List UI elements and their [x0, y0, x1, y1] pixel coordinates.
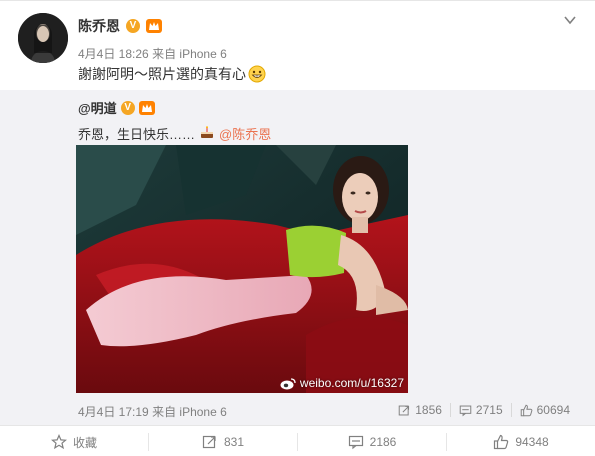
post-time[interactable]: 4月4日 18:26 [78, 47, 149, 61]
weibo-logo-icon [280, 377, 296, 389]
repost-author-row: @明道 V [78, 98, 155, 117]
post-meta: 4月4日 18:26 来自 iPhone 6 [78, 45, 227, 62]
thumbs-up-icon [494, 434, 509, 450]
chevron-down-icon[interactable] [563, 13, 577, 27]
repost-like-stat[interactable]: 60694 [510, 403, 578, 417]
post-text: 謝謝阿明～照片選的真有心 [78, 64, 266, 84]
repost-verified-badge-icon: V [120, 100, 135, 115]
action-bar: 收藏 831 2186 94348 [0, 425, 595, 456]
favorite-button[interactable]: 收藏 [0, 433, 148, 451]
repost-member-badge-icon[interactable] [138, 100, 155, 115]
repost-stats: 1856 2715 60694 [390, 403, 578, 417]
star-icon [50, 434, 67, 450]
cake-emoji-icon [198, 123, 216, 144]
favorite-label: 收藏 [72, 435, 97, 450]
verified-badge-icon: V [126, 19, 140, 33]
repost-repost-count: 1856 [415, 403, 442, 417]
member-badge-icon[interactable] [146, 19, 162, 33]
repost-repost-stat[interactable]: 1856 [390, 403, 450, 417]
comment-button[interactable]: 2186 [297, 433, 446, 451]
repost-like-count: 60694 [536, 403, 570, 417]
repost-text: 乔恩，生日快乐…… @陈乔恩 [78, 123, 271, 144]
author-row: 陈乔恩 V [78, 16, 162, 36]
thumbs-up-icon [520, 404, 532, 416]
repost-button[interactable]: 831 [148, 433, 297, 451]
repost-icon [398, 405, 410, 415]
repost-comment-count: 2715 [475, 403, 503, 417]
repost-photo[interactable]: weibo.com/u/16327 [76, 145, 408, 393]
weibo-post-card: 陈乔恩 V 4月4日 18:26 来自 iPhone 6 謝謝阿明～照片選的真有… [0, 0, 595, 456]
post-source: 来自 iPhone 6 [152, 47, 227, 61]
grin-emoji-icon [248, 65, 266, 83]
repost-meta: 4月4日 17:19 来自 iPhone 6 [78, 403, 227, 420]
avatar[interactable] [18, 13, 68, 63]
weibo-watermark: weibo.com/u/16327 [280, 376, 404, 390]
comment-count: 2186 [369, 435, 397, 449]
like-button[interactable]: 94348 [446, 433, 595, 451]
author-name[interactable]: 陈乔恩 [78, 16, 120, 36]
repost-count: 831 [223, 435, 245, 449]
repost-source: 来自 iPhone 6 [152, 405, 227, 419]
mention-link[interactable]: @陈乔恩 [219, 124, 271, 143]
watermark-text: weibo.com/u/16327 [299, 376, 404, 390]
repost-footer: 4月4日 17:19 来自 iPhone 6 1856 2715 60694 [78, 403, 578, 419]
repost-comment-stat[interactable]: 2715 [449, 403, 511, 417]
post-text-content: 謝謝阿明～照片選的真有心 [78, 66, 246, 82]
repost-text-content: 乔恩，生日快乐…… [78, 127, 196, 142]
comment-icon [348, 435, 363, 450]
repost-icon [202, 435, 216, 449]
repost-box: @明道 V 乔恩，生日快乐…… @陈乔恩 weibo.com/u/16327 4… [0, 90, 595, 425]
repost-time[interactable]: 4月4日 17:19 [78, 405, 149, 419]
like-count: 94348 [515, 435, 549, 449]
repost-author[interactable]: @明道 [78, 98, 117, 117]
comment-icon [459, 405, 472, 416]
